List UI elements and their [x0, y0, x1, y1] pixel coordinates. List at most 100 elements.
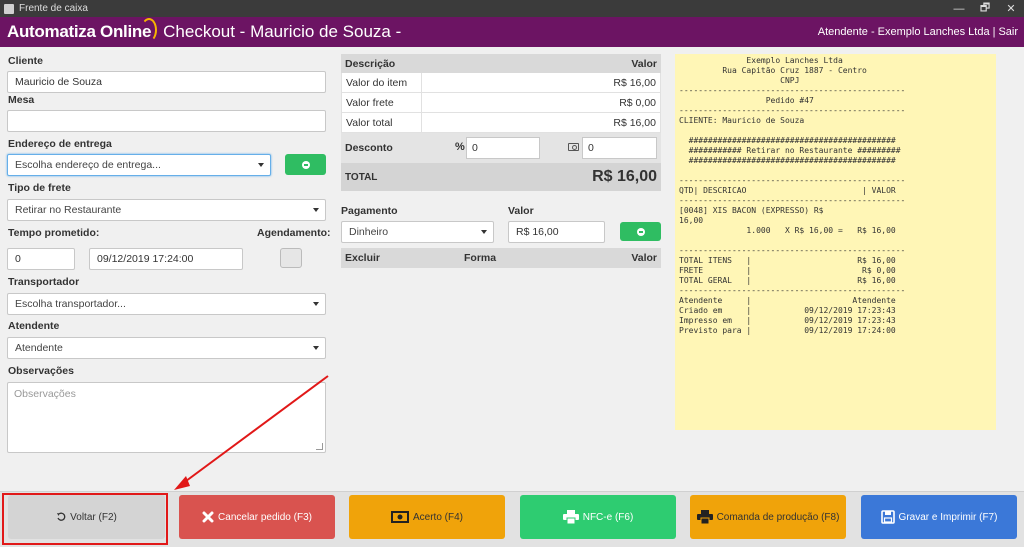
tempo-input[interactable]: 0 — [7, 248, 75, 270]
logo-swoosh-icon — [141, 18, 158, 42]
agendamento-label: Agendamento: — [257, 227, 331, 239]
endereco-select[interactable]: Escolha endereço de entrega... — [7, 154, 271, 176]
agendamento-checkbox[interactable] — [280, 248, 302, 268]
printer-icon — [562, 510, 579, 524]
printer-icon — [696, 510, 713, 524]
observacoes-label: Observações — [8, 365, 74, 377]
desconto-valor-input[interactable]: 0 — [582, 137, 657, 159]
user-area: Atendente - Exemplo Lanches Ltda | Sair — [815, 17, 1018, 47]
desconto-label: Desconto — [345, 142, 393, 154]
gravar-imprimir-button[interactable]: Gravar e Imprimir (F7) — [861, 495, 1017, 539]
chevron-down-icon — [258, 163, 264, 167]
frete-label: Tipo de frete — [8, 182, 71, 194]
window-titlebar: Frente de caixa — 🗗 ✕ — [0, 0, 1024, 17]
nfce-label: NFC-e (F6) — [582, 511, 634, 523]
summary-col-descricao: Descrição — [345, 57, 396, 70]
restore-button[interactable]: 🗗 — [972, 0, 998, 17]
frete-select[interactable]: Retirar no Restaurante — [7, 199, 326, 221]
action-footer: Voltar (F2) Cancelar pedido (F3) Acerto … — [0, 491, 1024, 547]
total-row: TOTAL R$ 16,00 — [341, 163, 661, 191]
tempo-datetime-input[interactable]: 09/12/2019 17:24:00 — [89, 248, 243, 270]
undo-icon — [56, 512, 66, 522]
chevron-down-icon — [313, 208, 319, 212]
cliente-label: Cliente — [8, 55, 44, 67]
page-title: Checkout - Mauricio de Souza - — [163, 22, 402, 41]
percent-icon: % — [455, 141, 465, 153]
payment-col-excluir: Excluir — [345, 252, 381, 264]
user-info: Atendente - Exemplo Lanches Ltda — [817, 26, 990, 38]
window-title: Frente de caixa — [19, 3, 88, 14]
summary-col-valor: Valor — [631, 57, 657, 70]
atendente-label: Atendente — [8, 320, 60, 332]
add-payment-button[interactable] — [620, 222, 661, 241]
payment-col-valor: Valor — [631, 252, 657, 264]
window-controls: — 🗗 ✕ — [946, 0, 1024, 17]
summary-row: Valor total R$ 16,00 — [341, 113, 661, 133]
money-icon — [390, 511, 409, 523]
summary-row-label: Valor frete — [342, 93, 422, 112]
observacoes-textarea[interactable]: Observações — [7, 382, 326, 453]
pagamento-label: Pagamento — [341, 205, 398, 217]
nfce-button[interactable]: NFC-e (F6) — [520, 495, 676, 539]
cancelar-pedido-button[interactable]: Cancelar pedido (F3) — [179, 495, 335, 539]
valor-input[interactable]: R$ 16,00 — [508, 221, 605, 243]
cliente-input[interactable]: Mauricio de Souza — [7, 71, 326, 93]
close-icon — [202, 511, 214, 523]
atendente-select[interactable]: Atendente — [7, 337, 326, 359]
endereco-select-value: Escolha endereço de entrega... — [15, 159, 161, 171]
chevron-down-icon — [313, 302, 319, 306]
summary-row-value: R$ 0,00 — [619, 96, 656, 109]
add-address-button[interactable] — [285, 154, 326, 175]
pagamento-select[interactable]: Dinheiro — [341, 221, 494, 243]
payment-table-header: Excluir Forma Valor — [341, 248, 661, 268]
logo-text: Automatiza Online — [7, 22, 152, 41]
summary-row: Valor do item R$ 16,00 — [341, 73, 661, 93]
summary-row-value: R$ 16,00 — [613, 76, 656, 89]
desconto-percent-input[interactable]: 0 — [466, 137, 540, 159]
minimize-button[interactable]: — — [946, 0, 972, 17]
acerto-label: Acerto (F4) — [412, 511, 463, 523]
cancelar-label: Cancelar pedido (F3) — [218, 511, 312, 523]
close-button[interactable]: ✕ — [998, 0, 1024, 17]
tempo-label: Tempo prometido: — [8, 227, 100, 239]
comanda-producao-button[interactable]: Comanda de produção (F8) — [690, 495, 846, 539]
transportador-select-value: Escolha transportador... — [15, 298, 126, 310]
summary-row-value: R$ 16,00 — [613, 116, 656, 129]
acerto-button[interactable]: Acerto (F4) — [349, 495, 505, 539]
plus-circle-icon — [301, 160, 310, 169]
receipt-preview: Exemplo Lanches Ltda Rua Capitão Cruz 18… — [675, 54, 996, 430]
order-summary: Descrição Valor Valor do item R$ 16,00 V… — [341, 54, 661, 191]
desconto-row: Desconto % 0 0 — [341, 133, 661, 163]
chevron-down-icon — [313, 346, 319, 350]
main-content: Cliente Mauricio de Souza Mesa Endereço … — [0, 47, 1024, 491]
pagamento-select-value: Dinheiro — [349, 226, 389, 238]
frete-select-value: Retirar no Restaurante — [15, 204, 122, 216]
gravar-label: Gravar e Imprimir (F7) — [898, 511, 998, 523]
observacoes-placeholder: Observações — [14, 388, 76, 400]
mesa-input[interactable] — [7, 110, 326, 132]
money-icon — [568, 143, 579, 151]
app-icon — [4, 3, 14, 14]
logo: Automatiza Online — [7, 18, 158, 42]
atendente-select-value: Atendente — [15, 342, 63, 354]
chevron-down-icon — [481, 230, 487, 234]
comanda-label: Comanda de produção (F8) — [716, 511, 840, 523]
voltar-button[interactable]: Voltar (F2) — [8, 495, 165, 539]
summary-row-label: Valor do item — [342, 73, 422, 92]
save-icon — [880, 510, 895, 524]
logout-link[interactable]: Sair — [998, 26, 1018, 38]
app-header: Automatiza Online Checkout - Mauricio de… — [0, 17, 1024, 47]
resize-grip-icon[interactable] — [316, 443, 323, 450]
endereco-label: Endereço de entrega — [8, 138, 112, 150]
voltar-label: Voltar (F2) — [70, 511, 117, 523]
summary-row-label: Valor total — [342, 113, 422, 132]
payment-col-forma: Forma — [464, 252, 497, 264]
plus-circle-icon — [636, 227, 645, 236]
summary-header: Descrição Valor — [341, 54, 661, 73]
user-separator: | — [992, 26, 996, 38]
transportador-label: Transportador — [8, 276, 80, 288]
mesa-label: Mesa — [8, 94, 35, 106]
total-label: TOTAL — [345, 171, 378, 183]
valor-label: Valor — [508, 205, 534, 217]
transportador-select[interactable]: Escolha transportador... — [7, 293, 326, 315]
